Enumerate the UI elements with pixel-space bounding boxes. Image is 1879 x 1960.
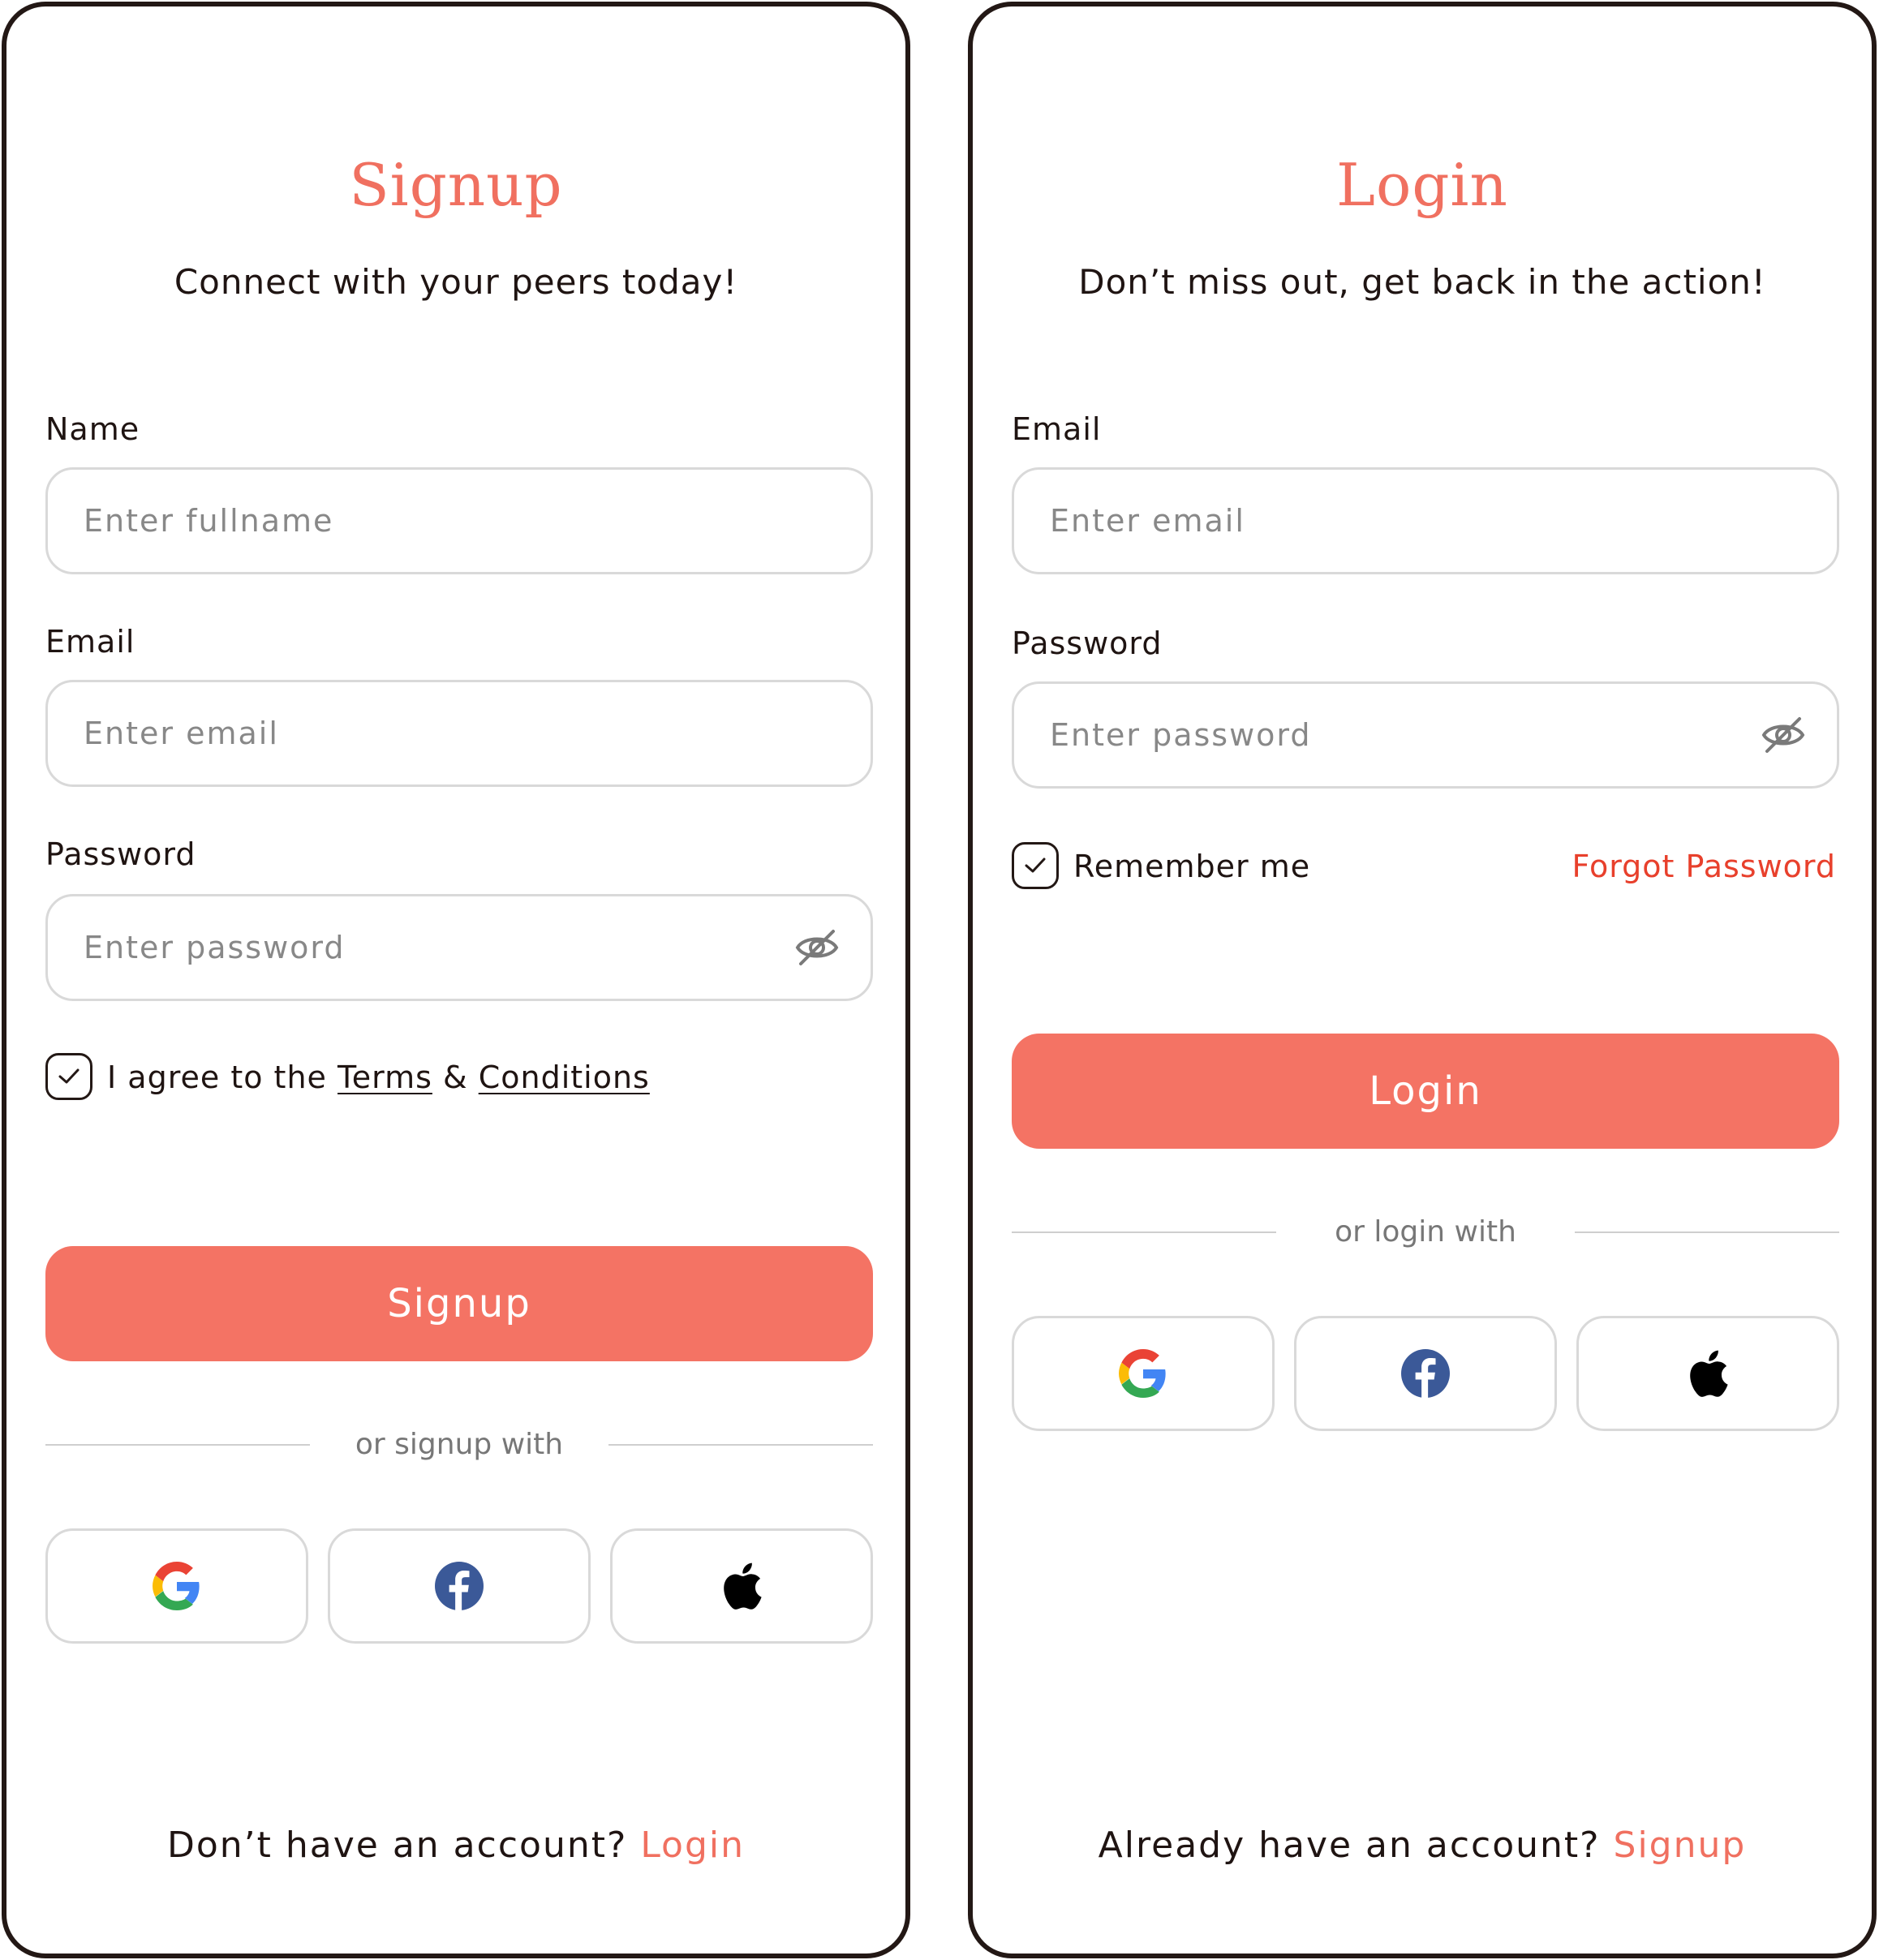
check-icon [58, 1068, 80, 1084]
agree-text: I agree to the Terms & Conditions [107, 1053, 650, 1102]
agree-checkbox[interactable] [45, 1053, 92, 1100]
login-password-label: Password [1012, 625, 1163, 661]
google-icon [153, 1562, 200, 1610]
agree-amp: & [432, 1060, 479, 1095]
divider-left [45, 1444, 310, 1446]
email-placeholder: Enter email [84, 716, 279, 751]
signup-footer: Don’t have an account? Login [6, 1817, 905, 1874]
facebook-icon [1401, 1349, 1450, 1398]
email-input[interactable]: Enter email [45, 680, 873, 787]
login-screen: Login Don’t miss out, get back in the ac… [968, 2, 1877, 1958]
conditions-link[interactable]: Conditions [479, 1060, 650, 1095]
check-icon [1025, 858, 1046, 873]
login-email-label: Email [1012, 411, 1102, 447]
apple-icon [724, 1562, 762, 1610]
signup-subtitle: Connect with your peers today! [174, 262, 738, 302]
login-divider-text: or login with [1335, 1215, 1516, 1249]
divider-right [1575, 1231, 1839, 1233]
password-placeholder: Enter password [84, 930, 346, 965]
login-link[interactable]: Login [640, 1825, 745, 1866]
remember-label: Remember me [1073, 849, 1311, 884]
signup-footer-text: Don’t have an account? [166, 1825, 641, 1866]
divider-right [608, 1444, 873, 1446]
signup-screen: Signup Connect with your peers today! Na… [2, 2, 910, 1958]
login-footer: Already have an account? Signup [973, 1817, 1872, 1874]
password-label: Password [45, 836, 196, 872]
name-placeholder: Enter fullname [84, 503, 334, 539]
facebook-login-button[interactable] [1294, 1316, 1557, 1431]
login-email-input[interactable]: Enter email [1012, 467, 1839, 574]
password-input[interactable]: Enter password [45, 894, 873, 1001]
eye-off-icon[interactable] [1761, 714, 1806, 756]
divider-left [1012, 1231, 1276, 1233]
signup-divider-text: or signup with [355, 1428, 564, 1461]
signup-title: Signup [349, 151, 563, 219]
facebook-signup-button[interactable] [328, 1528, 591, 1644]
login-email-placeholder: Enter email [1050, 503, 1245, 539]
email-label: Email [45, 624, 135, 660]
google-icon [1119, 1349, 1166, 1398]
google-login-button[interactable] [1012, 1316, 1275, 1431]
login-password-placeholder: Enter password [1050, 717, 1312, 753]
eye-off-icon[interactable] [794, 926, 840, 969]
forgot-password-link[interactable]: Forgot Password [1572, 842, 1836, 891]
login-subtitle: Don’t miss out, get back in the action! [1078, 262, 1766, 302]
name-input[interactable]: Enter fullname [45, 467, 873, 574]
facebook-icon [435, 1562, 484, 1610]
name-label: Name [45, 411, 140, 447]
google-signup-button[interactable] [45, 1528, 308, 1644]
signup-button[interactable]: Signup [45, 1246, 873, 1361]
apple-login-button[interactable] [1576, 1316, 1839, 1431]
terms-link[interactable]: Terms [338, 1060, 432, 1095]
apple-icon [1690, 1350, 1728, 1397]
apple-signup-button[interactable] [610, 1528, 873, 1644]
login-title: Login [1336, 151, 1508, 219]
remember-checkbox[interactable] [1012, 842, 1059, 889]
agree-prefix: I agree to the [107, 1060, 338, 1095]
signup-link[interactable]: Signup [1614, 1825, 1747, 1866]
login-footer-text: Already have an account? [1098, 1825, 1614, 1866]
login-button[interactable]: Login [1012, 1034, 1839, 1149]
login-password-input[interactable]: Enter password [1012, 681, 1839, 789]
